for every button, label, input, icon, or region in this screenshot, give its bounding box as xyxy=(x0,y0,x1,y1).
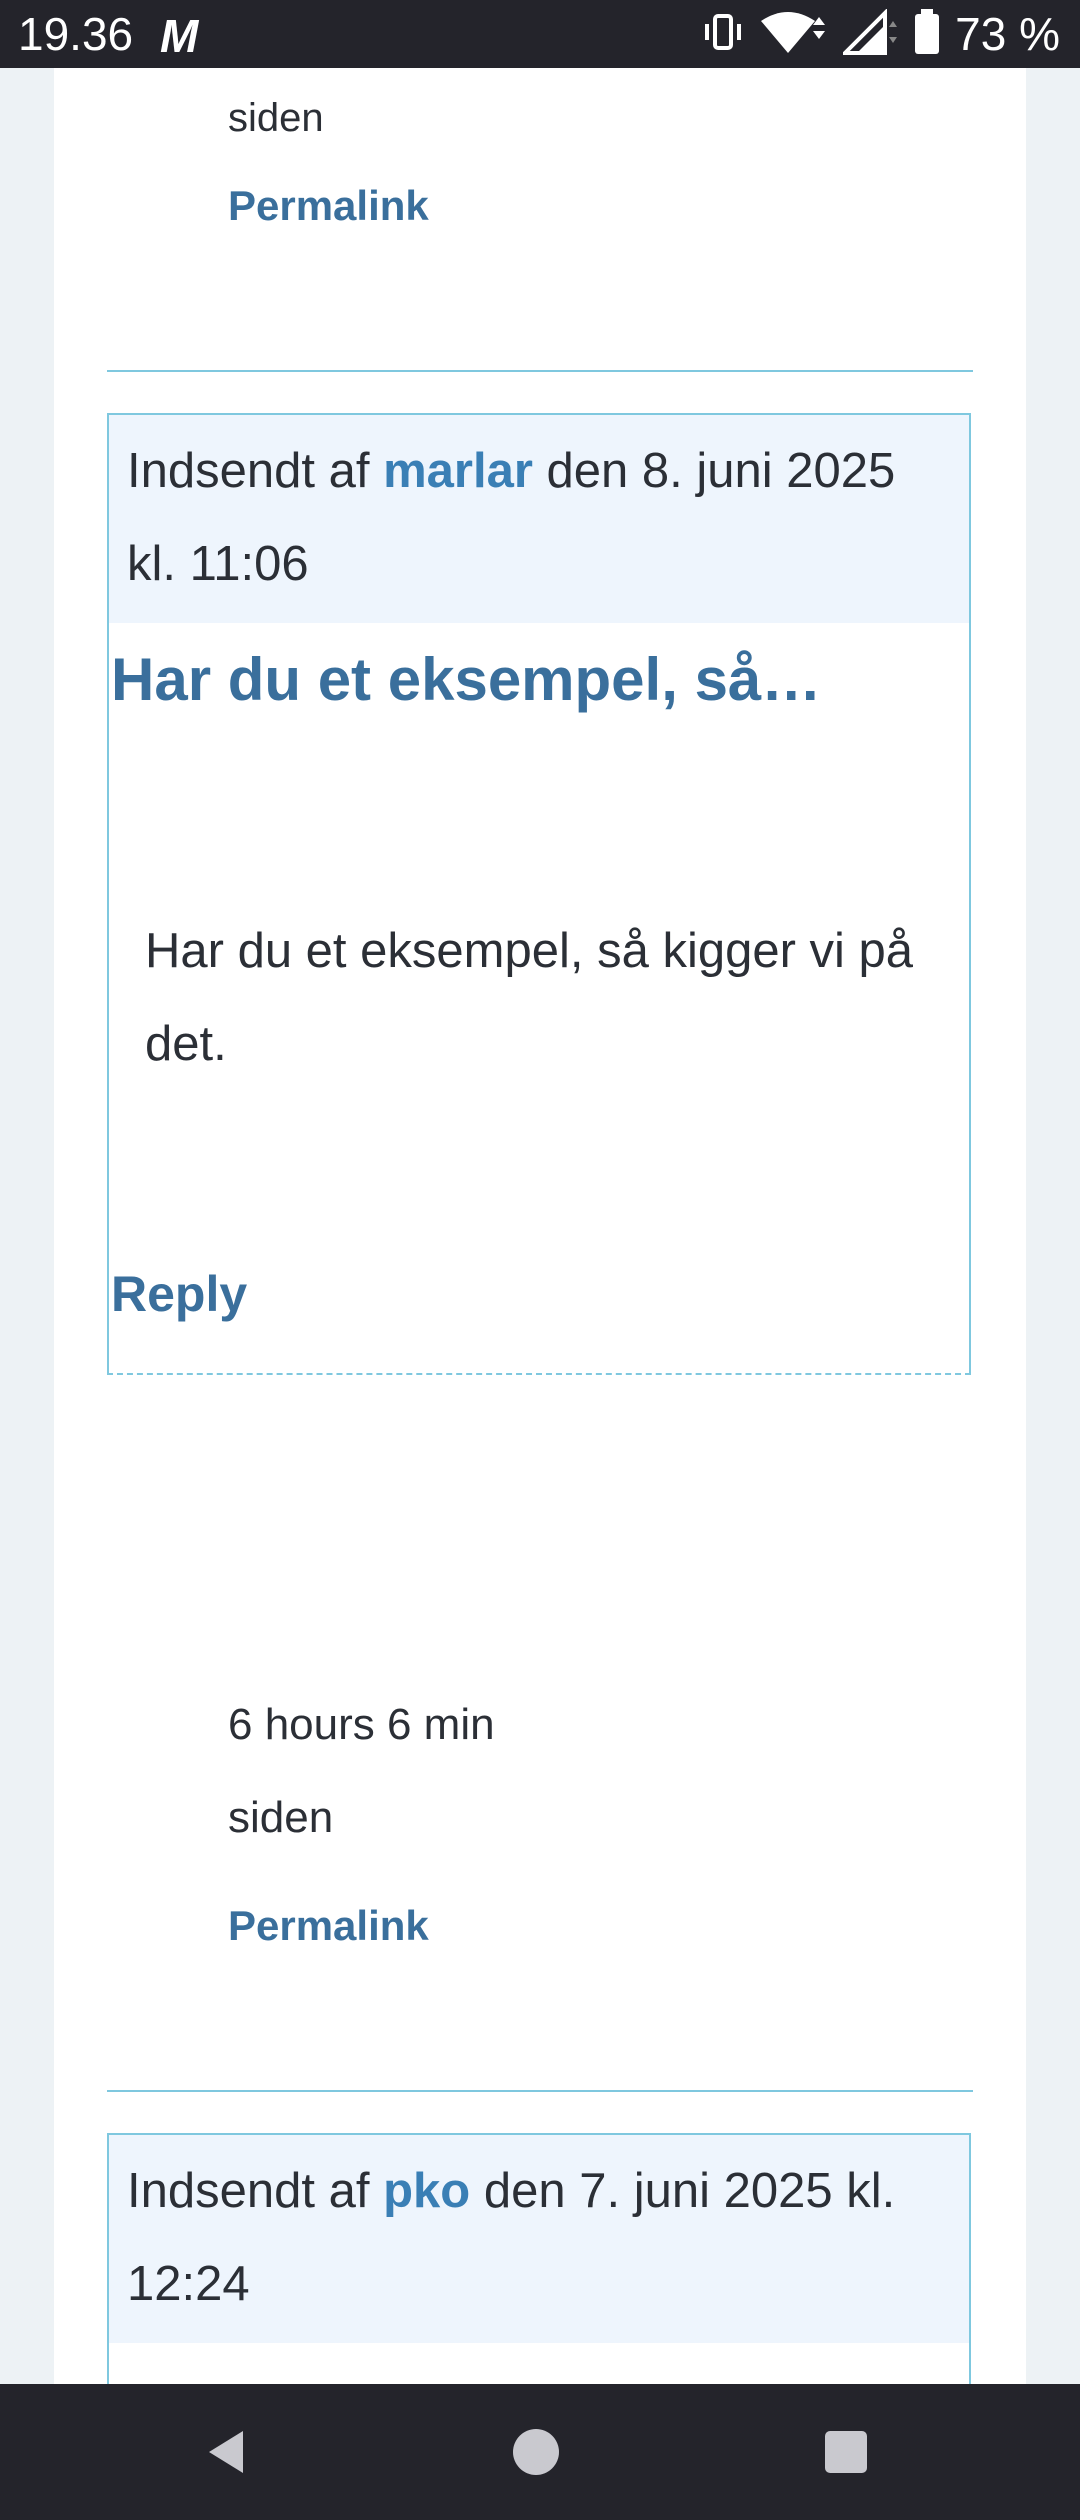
permalink-link[interactable]: Permalink xyxy=(228,1902,429,1950)
status-time: 19.36 xyxy=(18,8,134,60)
home-icon[interactable] xyxy=(506,2422,566,2482)
battery-icon xyxy=(913,8,941,60)
comment-meta: Indsendt af marlar den 8. juni 2025 kl. … xyxy=(109,415,969,623)
wifi-icon xyxy=(759,9,829,60)
signal-icon xyxy=(840,7,899,60)
meta-prefix: Indsendt af xyxy=(127,2164,370,2218)
comments-card: siden Permalink Indsendt af marlar den 8… xyxy=(54,68,1026,2393)
vibrate-icon xyxy=(701,12,745,57)
time-ago-label: siden xyxy=(228,1793,334,1842)
author-link[interactable]: marlar xyxy=(383,444,533,498)
permalink-link[interactable]: Permalink xyxy=(228,182,429,230)
reply-link[interactable]: Reply xyxy=(111,1265,247,1323)
author-link[interactable]: pko xyxy=(383,2164,470,2218)
status-bar: 19.36 M 73 % xyxy=(0,0,1080,68)
comment: Indsendt af marlar den 8. juni 2025 kl. … xyxy=(107,413,971,1375)
recents-icon[interactable] xyxy=(816,2422,876,2482)
status-icons: 73 % xyxy=(701,6,1060,62)
comment-divider xyxy=(107,370,973,372)
comment-body: Har du et eksempel, så kigger vi på det. xyxy=(145,924,914,1071)
gmail-m-icon: M xyxy=(160,10,199,62)
back-icon[interactable] xyxy=(196,2422,256,2482)
navigation-bar xyxy=(0,2384,1080,2520)
comment-title[interactable]: Har du et eksempel, så… xyxy=(111,645,821,715)
comment-meta: Indsendt af pko den 7. juni 2025 kl. 12:… xyxy=(109,2135,969,2343)
time-ago: 6 hours 6 min xyxy=(228,1700,495,1749)
time-ago-label: siden xyxy=(228,96,324,140)
comment-divider xyxy=(107,2090,973,2092)
battery-percent: 73 % xyxy=(955,8,1060,60)
meta-prefix: Indsendt af xyxy=(127,444,370,498)
comment: Indsendt af pko den 7. juni 2025 kl. 12:… xyxy=(107,2133,971,2393)
